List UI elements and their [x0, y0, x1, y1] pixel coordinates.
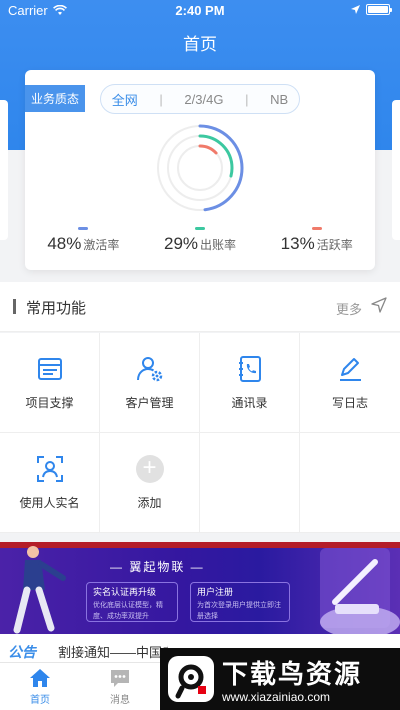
segment-all[interactable]: 全网 [112, 90, 138, 109]
function-label: 添加 [137, 496, 162, 510]
home-icon [30, 669, 50, 687]
pen-icon [340, 358, 361, 381]
function-label: 使用人实名 [19, 496, 80, 510]
banner-box-title: 实名认证再升级 [93, 587, 157, 597]
function-label: 项目支撑 [25, 396, 74, 410]
stat-label: 出账率 [200, 238, 237, 252]
function-real-name[interactable]: 使用人实名 [0, 433, 100, 533]
stat-color-dash [311, 227, 322, 230]
function-label: 写日志 [331, 396, 368, 410]
stat-activation: 48% 激活率 [25, 227, 142, 254]
stat-label: 激活率 [83, 238, 120, 252]
window-icon [37, 358, 62, 380]
stat-active: 13% 活跃率 [258, 227, 375, 254]
function-contacts[interactable]: 通讯录 [200, 333, 300, 433]
common-functions-header: 常用功能 更多 [0, 282, 400, 332]
running-man-illustration [13, 546, 66, 634]
send-arrow-icon[interactable] [371, 297, 387, 313]
banner-box-register: 用户注册 为首次登录用户提供立即注册选择 [190, 582, 290, 622]
more-link[interactable]: 更多 [336, 299, 362, 318]
segment-separator: | [245, 91, 249, 107]
segment-nb[interactable]: NB [270, 92, 288, 107]
tab-home[interactable]: 首页 [0, 667, 80, 706]
function-label: 通讯录 [231, 396, 268, 410]
network-segmented-control: 全网 | 2/3/4G | NB [100, 84, 300, 114]
phone-book-icon [238, 356, 261, 382]
notice-text: 割接通知——中国电信 [58, 645, 168, 660]
quality-card: 业务质态 全网 | 2/3/4G | NB 48% 激活率 29% 出账率 13% 活… [25, 70, 375, 270]
watermark-url: www.xiazainiao.com [222, 690, 331, 704]
rate-stats: 48% 激活率 29% 出账率 13% 活跃率 [25, 227, 375, 254]
quality-card-tag: 业务质态 [25, 85, 86, 112]
user-gear-icon [136, 357, 162, 382]
tab-label: 首页 [30, 695, 50, 706]
status-bar: Carrier 2:40 PM [0, 0, 400, 22]
segment-separator: | [159, 91, 163, 107]
function-add[interactable]: + 添加 [100, 433, 200, 533]
stat-billing: 29% 出账率 [142, 227, 259, 254]
stat-color-dash [195, 227, 205, 230]
battery-icon [366, 4, 392, 15]
plus-icon: + [135, 455, 164, 483]
location-icon [351, 4, 360, 14]
section-marker [13, 299, 16, 314]
notice-tag: 公告 [8, 644, 36, 660]
watermark: 下载鸟资源 www.xiazainiao.com [160, 648, 400, 710]
function-write-log[interactable]: 写日志 [300, 333, 400, 433]
watermark-title: 下载鸟资源 [222, 659, 363, 689]
banner-box-title: 用户注册 [197, 587, 234, 597]
banner-headline: — 翼起物联 — [110, 560, 205, 574]
bird-icon [175, 664, 206, 699]
function-grid: 项目支撑 客户管理 通讯录 写日志 使用人实名 + 添加 [0, 333, 400, 533]
stat-label: 活跃率 [316, 238, 353, 252]
clock: 2:40 PM [175, 3, 225, 18]
page-title: 首页 [183, 35, 217, 54]
message-icon [111, 670, 129, 687]
stat-value: 13% [280, 234, 315, 253]
empty-cell [300, 433, 400, 533]
banner-box-realname: 实名认证再升级 优化底层认证模型，精度、成功率双提升 [86, 582, 178, 622]
section-title: 常用功能 [26, 300, 87, 317]
banner-box-body: 优化底层认证模型，精度、成功率双提升 [93, 602, 163, 620]
stat-color-dash [78, 227, 89, 230]
function-customer-management[interactable]: 客户管理 [100, 333, 200, 433]
tab-label: 消息 [110, 695, 130, 706]
previous-card-peek[interactable] [0, 100, 8, 240]
empty-cell [200, 433, 300, 533]
next-card-peek[interactable] [392, 100, 400, 240]
promo-banner[interactable]: — 翼起物联 — 实名认证再升级 优化底层认证模型，精度、成功率双提升 用户注册… [0, 542, 400, 634]
watermark-logo [168, 656, 214, 702]
rate-ring-chart [156, 124, 244, 212]
stat-value: 48% [47, 234, 82, 253]
segment-234g[interactable]: 2/3/4G [184, 92, 223, 107]
rocket-illustration [320, 548, 400, 634]
stat-value: 29% [163, 234, 199, 253]
tab-messages[interactable]: 消息 [80, 667, 160, 706]
function-label: 客户管理 [125, 396, 174, 410]
banner-box-body: 为首次登录用户提供立即注册选择 [197, 602, 281, 620]
face-scan-icon [36, 456, 63, 482]
function-project-support[interactable]: 项目支撑 [0, 333, 100, 433]
